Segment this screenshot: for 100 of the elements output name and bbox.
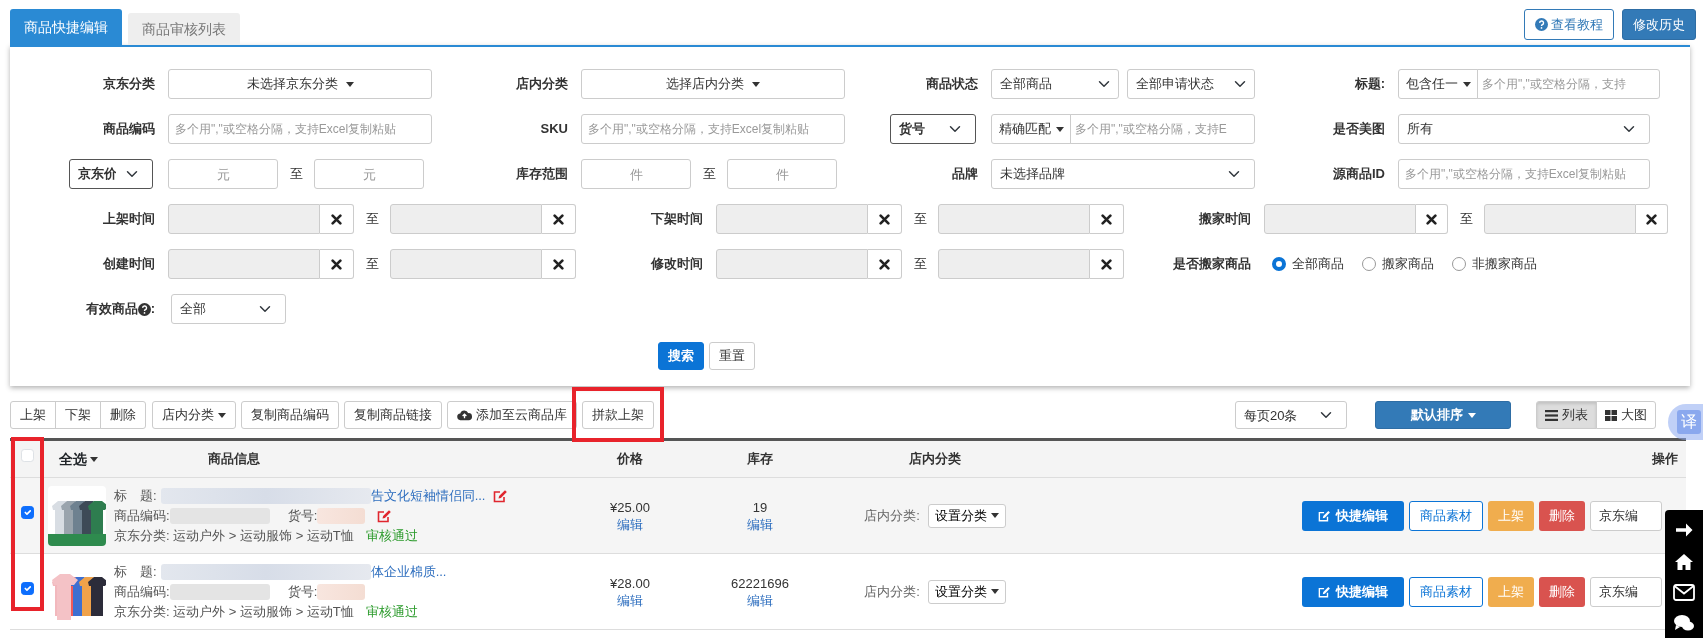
radio-button[interactable] [1362, 257, 1376, 271]
category-path: 京东分类: 运动户外 > 运动服饰 > 运动T恤 [114, 526, 354, 545]
sort-dropdown[interactable]: 默认排序 [1375, 401, 1511, 429]
column-header: 操作 [1652, 451, 1678, 467]
edit-icon [1318, 509, 1331, 522]
tab[interactable]: 商品快捷编辑 [10, 9, 122, 45]
field-label: 标 题: [114, 562, 157, 581]
radio-button[interactable] [1272, 257, 1286, 271]
product-title-link[interactable]: 告文化短袖情侣同... [370, 486, 486, 505]
clear-button[interactable] [868, 204, 902, 234]
input-field[interactable] [390, 249, 542, 279]
edit-link[interactable]: 编辑 [617, 591, 643, 609]
select-field[interactable]: 货号 [890, 114, 976, 144]
input-field[interactable]: 多个用","或空格分隔，支持 [1477, 69, 1660, 99]
mail-icon [1673, 584, 1695, 601]
action-button[interactable]: 删除 [1539, 576, 1585, 607]
toolbar-button[interactable]: 拼款上架 [582, 401, 654, 429]
toolbar-button[interactable]: 删除 [100, 401, 146, 429]
input-field[interactable]: 多个用","或空格分隔，支持Excel复制粘贴 [168, 114, 432, 144]
input-field[interactable]: 件 [581, 159, 691, 189]
select-field[interactable]: 未选择品牌 [991, 159, 1255, 189]
field-label: 商品编码: [114, 506, 170, 525]
radio-button[interactable] [1452, 257, 1466, 271]
input-field[interactable] [1484, 204, 1636, 234]
select-field[interactable]: 全部 [171, 294, 286, 324]
category-dropdown[interactable]: 设置分类 [927, 503, 1006, 528]
action-button[interactable]: 删除 [1539, 500, 1585, 531]
input-field[interactable]: 件 [727, 159, 837, 189]
input-field[interactable]: 元 [314, 159, 424, 189]
range-separator: 至 [364, 210, 380, 229]
clear-button[interactable] [1090, 249, 1124, 279]
clear-button[interactable] [320, 204, 354, 234]
clear-button[interactable] [1416, 204, 1448, 234]
input-field[interactable]: 多个用","或空格分隔，支持Excel复制粘贴 [1398, 159, 1650, 189]
field-label: 创建时间 [103, 255, 156, 274]
field-label: 有效商品 [85, 300, 138, 319]
select-all-dropdown[interactable]: 全选 [59, 448, 98, 470]
dropdown-button[interactable]: 未选择京东分类 [168, 69, 432, 99]
search-button[interactable]: 搜索 [658, 342, 704, 370]
clear-button[interactable] [320, 249, 354, 279]
toolbar-button[interactable]: 复制商品链接 [344, 401, 442, 429]
toolbar-button[interactable]: 复制商品编码 [241, 401, 339, 429]
select-field[interactable]: 全部商品 [991, 69, 1119, 99]
select-all-checkbox[interactable] [21, 449, 34, 463]
action-button[interactable]: 商品素材 [1409, 500, 1483, 531]
toolbar-button[interactable]: 下架 [55, 401, 101, 429]
view-toggle[interactable]: 大图 [1596, 401, 1656, 429]
dropdown-button[interactable]: 精确匹配 [991, 114, 1071, 144]
category-path: 京东分类: 运动户外 > 运动服饰 > 运动T恤 [114, 602, 354, 621]
toolbar-button[interactable]: 店内分类 [152, 401, 236, 429]
header-button[interactable]: 修改历史 [1622, 9, 1696, 40]
input-field[interactable]: 元 [168, 159, 278, 189]
caret-icon [1462, 81, 1471, 87]
clear-button[interactable] [542, 204, 576, 234]
input-field[interactable]: 多个用","或空格分隔，支持Excel复制粘贴 [581, 114, 845, 144]
input-field[interactable] [938, 204, 1090, 234]
input-field[interactable] [716, 204, 868, 234]
header-button[interactable]: 查看教程 [1524, 9, 1614, 40]
action-button[interactable]: 京东编 [1590, 576, 1662, 607]
stock-text: 19 [752, 498, 768, 516]
toolbar-button[interactable]: 添加至云商品库 [447, 401, 577, 429]
clear-button[interactable] [1090, 204, 1124, 234]
range-separator: 至 [364, 255, 380, 274]
action-button[interactable]: 商品素材 [1409, 576, 1483, 607]
input-field[interactable] [168, 204, 320, 234]
tab[interactable]: 商品审核列表 [128, 13, 240, 45]
row-checkbox[interactable] [21, 505, 34, 519]
field-label: 店内分类: [864, 582, 920, 601]
view-toggle[interactable]: 列表 [1536, 401, 1597, 429]
field-label: 货号: [287, 582, 318, 601]
price-text: ¥28.00 [610, 574, 650, 592]
product-title-link[interactable]: 体企业棉质... [370, 562, 447, 581]
close-icon [553, 213, 564, 225]
dropdown-button[interactable]: 包含任一 [1398, 69, 1478, 99]
input-field[interactable] [716, 249, 868, 279]
input-field[interactable]: 多个用","或空格分隔，支持E [1070, 114, 1255, 144]
reset-button[interactable]: 重置 [709, 342, 755, 370]
clear-button[interactable] [868, 249, 902, 279]
action-button[interactable]: 京东编 [1590, 500, 1662, 531]
clear-button[interactable] [542, 249, 576, 279]
category-dropdown[interactable]: 设置分类 [927, 579, 1006, 604]
dropdown-button[interactable]: 选择店内分类 [581, 69, 845, 99]
input-field[interactable] [1264, 204, 1416, 234]
action-button[interactable]: 快捷编辑 [1302, 576, 1404, 607]
input-field[interactable] [938, 249, 1090, 279]
column-header: 商品信息 [207, 450, 261, 469]
action-button[interactable]: 快捷编辑 [1302, 500, 1404, 531]
input-field[interactable] [168, 249, 320, 279]
page-size-select[interactable]: 每页20条 [1235, 401, 1347, 429]
row-checkbox[interactable] [21, 581, 34, 595]
select-field[interactable]: 全部申请状态 [1127, 69, 1255, 99]
field-label: 上架时间 [103, 210, 156, 229]
input-field[interactable] [390, 204, 542, 234]
caret-icon [218, 412, 226, 418]
edit-link[interactable]: 编辑 [617, 515, 643, 533]
toolbar-button[interactable]: 上架 [10, 401, 56, 429]
edit-link[interactable]: 编辑 [747, 591, 773, 609]
edit-link[interactable]: 编辑 [747, 515, 773, 533]
select-field[interactable]: 所有 [1398, 114, 1650, 144]
clear-button[interactable] [1636, 204, 1668, 234]
